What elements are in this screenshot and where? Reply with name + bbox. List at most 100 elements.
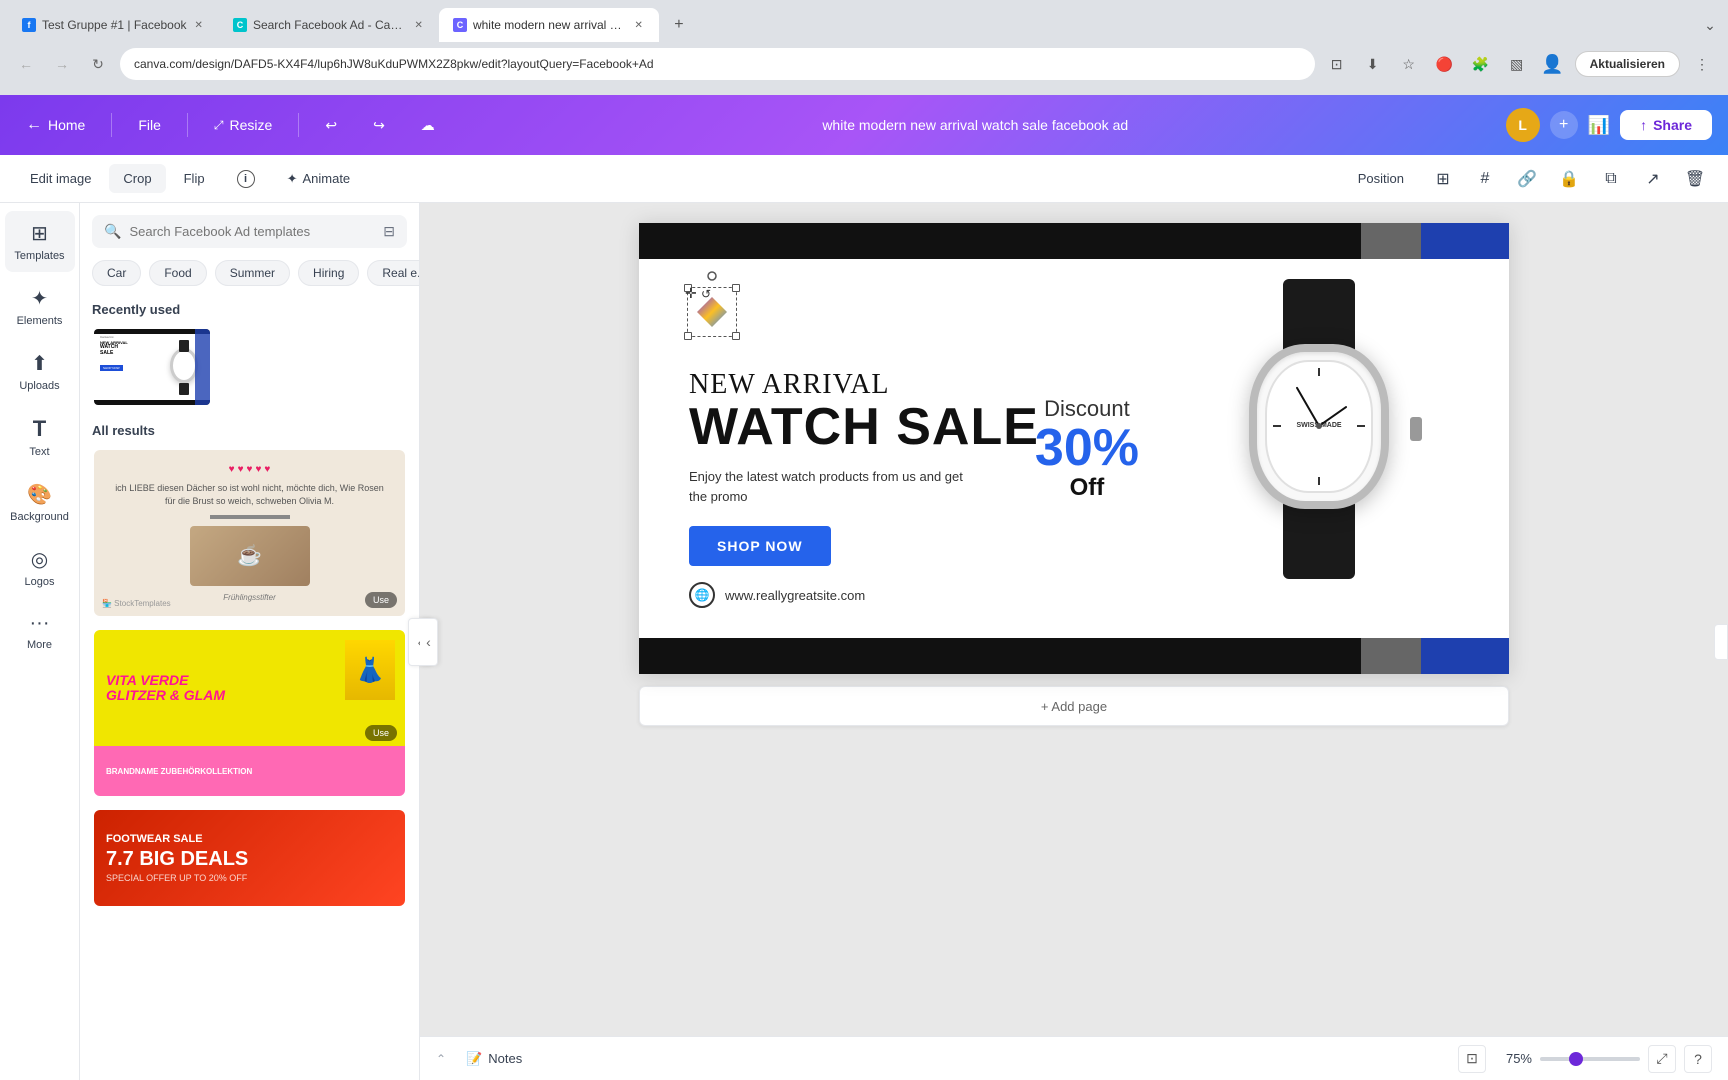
app: ← Home File ⤢ Resize ↩ ↪ ☁ white modern … — [0, 95, 1728, 1080]
uploads-icon: ⬆ — [31, 351, 48, 376]
menu-icon[interactable]: ⋮ — [1688, 50, 1716, 78]
browser-tab-3[interactable]: C white modern new arrival watc... ✕ — [439, 8, 659, 42]
new-tab-button[interactable]: + — [665, 11, 693, 39]
template-3-inner: FOOTWEAR SALE 7.7 BIG DEALS SPECIAL OFFE… — [94, 810, 405, 906]
grid-icon-button[interactable]: # — [1468, 162, 1502, 196]
tag-summer[interactable]: Summer — [215, 260, 290, 286]
sidebar-item-more[interactable]: ··· More — [5, 602, 75, 661]
address-bar[interactable]: canva.com/design/DAFD5-KX4F4/lup6hJW8uKd… — [120, 48, 1315, 80]
downloads-icon[interactable]: ⬇ — [1359, 50, 1387, 78]
crop-label: Crop — [123, 171, 151, 186]
add-collaborator-button[interactable]: + — [1550, 111, 1578, 139]
tab-close-3[interactable]: ✕ — [633, 18, 645, 33]
extensions-icon[interactable]: 🔴 — [1431, 50, 1459, 78]
rotate-handle[interactable] — [707, 268, 717, 278]
browser-tab-1[interactable]: f Test Gruppe #1 | Facebook ✕ — [8, 8, 219, 42]
tag-food[interactable]: Food — [149, 260, 206, 286]
hour-marker-9 — [1273, 425, 1281, 427]
ad-discount-section: Discount 30% Off — [1035, 396, 1139, 502]
tag-car[interactable]: Car — [92, 260, 141, 286]
home-button[interactable]: ← Home — [16, 110, 95, 140]
notes-button[interactable]: 📝 Notes — [456, 1045, 532, 1073]
sidebar-item-elements[interactable]: ✦ Elements — [5, 276, 75, 337]
puzzle-icon[interactable]: 🧩 — [1467, 50, 1495, 78]
tag-real-estate[interactable]: Real e... — [367, 260, 419, 286]
cloud-save-button[interactable]: ☁ — [411, 111, 445, 140]
zoom-slider[interactable] — [1540, 1057, 1640, 1061]
template-item-1[interactable]: ♥ ♥ ♥ ♥ ♥ ich LIEBE diesen Dächer so ist… — [92, 448, 407, 618]
share-button[interactable]: ↑ Share — [1620, 110, 1712, 140]
document-title: white modern new arrival watch sale face… — [461, 117, 1490, 133]
ad-shop-button[interactable]: SHOP NOW — [689, 526, 831, 566]
tab-close-2[interactable]: ✕ — [413, 18, 425, 33]
flip-label: Flip — [184, 171, 205, 186]
canvas-wrapper: ✛ ↺ NEW ARRIVAL WATCH SALE Enjoy the lat… — [639, 223, 1509, 726]
sidebar-item-logos[interactable]: ◎ Logos — [5, 537, 75, 598]
link-icon-button[interactable]: 🔗 — [1510, 162, 1544, 196]
back-button[interactable]: ← — [12, 50, 40, 78]
screen-capture-icon[interactable]: ⊡ — [1323, 50, 1351, 78]
redo-button[interactable]: ↪ — [363, 111, 395, 140]
template-1-brand: Frühlingsstifter — [223, 593, 275, 602]
export-icon-button[interactable]: ↗ — [1636, 162, 1670, 196]
design-card-inner: ✛ ↺ NEW ARRIVAL WATCH SALE Enjoy the lat… — [639, 223, 1509, 674]
all-results-section: All results ♥ ♥ ♥ ♥ ♥ ich LIEBE diesen D — [92, 423, 407, 908]
template-1-text: ich LIEBE diesen Dächer so ist wohl nich… — [106, 482, 393, 507]
sidebar-item-text[interactable]: T Text — [5, 406, 75, 468]
tag-hiring[interactable]: Hiring — [298, 260, 359, 286]
template-item-3[interactable]: FOOTWEAR SALE 7.7 BIG DEALS SPECIAL OFFE… — [92, 808, 407, 908]
template-2-use-btn[interactable]: Use — [365, 725, 397, 741]
sidebar-item-templates[interactable]: ⊞ Templates — [5, 211, 75, 272]
analytics-button[interactable]: 📊 — [1588, 115, 1610, 136]
main-content: ⊞ Templates ✦ Elements ⬆ Uploads T Text … — [0, 203, 1728, 1080]
file-button[interactable]: File — [128, 111, 171, 139]
collapse-sidebar-button[interactable]: ‹ — [420, 618, 438, 666]
reload-button[interactable]: ↻ — [84, 50, 112, 78]
toolbar-divider-1 — [111, 113, 112, 137]
template-2-fashion-image: 👗 — [345, 640, 395, 700]
star-icon[interactable]: ☆ — [1395, 50, 1423, 78]
zoom-fit-button[interactable]: ⊡ — [1458, 1045, 1486, 1073]
filter-icon[interactable]: ⊟ — [383, 223, 395, 240]
sidebar-item-uploads[interactable]: ⬆ Uploads — [5, 341, 75, 402]
template-1-use-btn[interactable]: Use — [365, 592, 397, 608]
animate-button[interactable]: ✦ Animate — [273, 164, 365, 194]
crop-button[interactable]: Crop — [109, 164, 165, 193]
edit-image-button[interactable]: Edit image — [16, 164, 105, 193]
zoom-fullscreen-button[interactable]: ⤢ — [1648, 1045, 1676, 1073]
undo-button[interactable]: ↩ — [315, 111, 347, 140]
flip-button[interactable]: Flip — [170, 164, 219, 193]
globe-icon: 🌐 — [689, 582, 715, 608]
collapse-canvas-handle[interactable]: ⌃ — [436, 1052, 446, 1066]
edit-toolbar: Edit image Crop Flip i ✦ Animate Positio… — [0, 155, 1728, 203]
animate-label: Animate — [302, 171, 350, 186]
lock-icon-button[interactable]: 🔒 — [1552, 162, 1586, 196]
user-avatar[interactable]: L — [1506, 108, 1540, 142]
sidebar-icon[interactable]: ▧ — [1503, 50, 1531, 78]
recently-used-template[interactable]: Canva Inc. NEW ARRIVAL WATCHSALE SHOP NO… — [92, 327, 212, 407]
user-profile-icon[interactable]: 👤 — [1539, 50, 1567, 78]
template-3-headline: 7.7 BIG DEALS — [106, 849, 393, 869]
animate-icon: ✦ — [287, 171, 298, 187]
add-page-button[interactable]: + Add page — [639, 686, 1509, 726]
sidebar-item-background[interactable]: 🎨 Background — [5, 472, 75, 533]
templates-content: Recently used Canva Inc. NEW ARRIVAL WAT… — [80, 298, 419, 1080]
design-card[interactable]: ✛ ↺ NEW ARRIVAL WATCH SALE Enjoy the lat… — [639, 223, 1509, 674]
search-box[interactable]: 🔍 ⊟ — [92, 215, 407, 248]
forward-button[interactable]: → — [48, 50, 76, 78]
update-button[interactable]: Aktualisieren — [1575, 51, 1680, 77]
copy-icon-button[interactable]: ⧉ — [1594, 162, 1628, 196]
delete-icon-button[interactable]: 🗑 — [1678, 162, 1712, 196]
position-button[interactable]: Position — [1344, 164, 1418, 193]
resize-button[interactable]: ⤢ Resize — [204, 111, 282, 139]
all-results-title: All results — [92, 423, 407, 438]
browser-tab-2[interactable]: C Search Facebook Ad - Canva ✕ — [219, 8, 439, 42]
ruler-icon-button[interactable]: ⊞ — [1426, 162, 1460, 196]
help-button[interactable]: ? — [1684, 1045, 1712, 1073]
tab-expand-button[interactable]: ⌄ — [1700, 15, 1720, 35]
canvas-scroll[interactable]: ✛ ↺ NEW ARRIVAL WATCH SALE Enjoy the lat… — [420, 203, 1728, 1036]
template-item-2[interactable]: 👗 VITA VERDEGLITZER & GLAM BRANDNAME ZUB… — [92, 628, 407, 798]
search-input[interactable] — [129, 224, 375, 239]
tab-close-1[interactable]: ✕ — [193, 18, 205, 33]
info-button[interactable]: i — [223, 163, 269, 195]
